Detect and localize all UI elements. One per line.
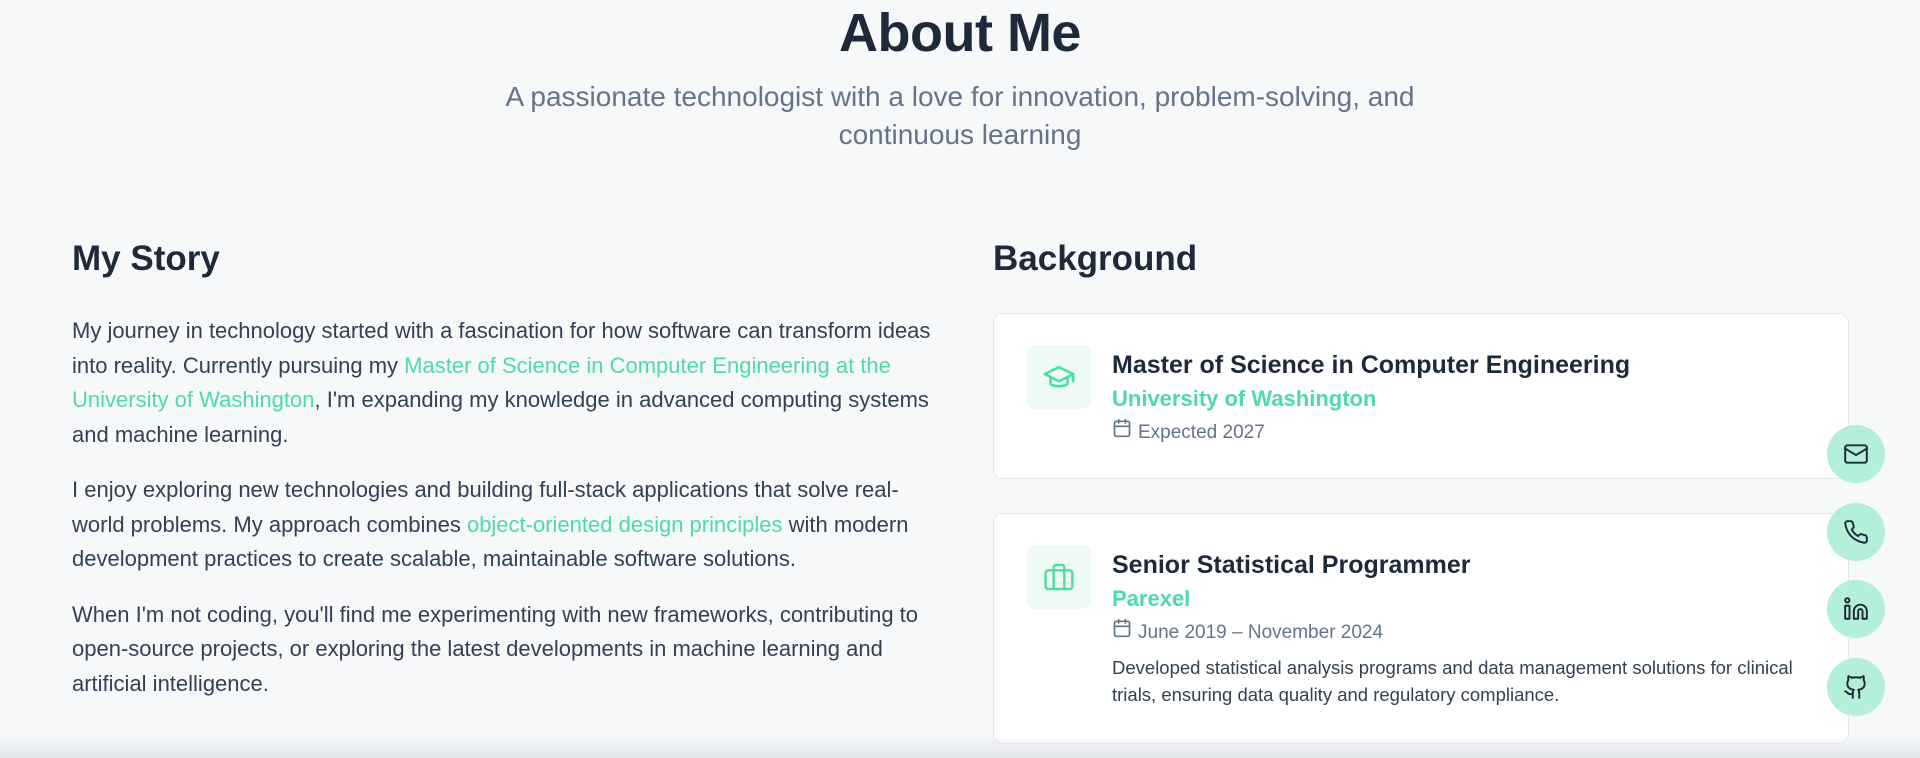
experience-card: Senior Statistical Programmer Parexel Ju… [993,513,1849,744]
bottom-fade [0,734,1920,758]
experience-date: June 2019 – November 2024 [1112,616,1808,650]
linkedin-button[interactable] [1827,580,1885,638]
experience-organization: Parexel [1112,586,1191,611]
page-title: About Me [839,3,1081,63]
email-button[interactable] [1827,425,1885,483]
education-organization: University of Washington [1112,386,1377,411]
phone-icon [1844,519,1868,544]
oop-highlight: object-oriented design principles [466,511,783,537]
experience-date-text: June 2019 – November 2024 [1138,622,1384,643]
about-header: About Me A passionate technologist with … [0,0,1920,154]
background-section: Background Master of Science in Computer… [993,234,1851,744]
education-title: Master of Science in Computer Engineerin… [1112,351,1631,379]
experience-description: Developed statistical analysis programs … [1112,657,1793,705]
calendar-icon [1112,416,1132,450]
education-card: Master of Science in Computer Engineerin… [993,313,1849,479]
experience-card-body: Senior Statistical Programmer Parexel Ju… [1112,548,1808,708]
education-card-body: Master of Science in Computer Engineerin… [1112,348,1808,450]
story-paragraph-3: When I'm not coding, you'll find me expe… [72,601,919,696]
experience-title: Senior Statistical Programmer [1112,551,1471,579]
education-date: Expected 2027 [1112,416,1808,450]
story-paragraph-1: My journey in technology started with a … [72,314,934,452]
story-paragraph-2: I enjoy exploring new technologies and b… [72,473,934,577]
education-date-text: Expected 2027 [1138,422,1265,443]
github-icon [1844,674,1866,699]
contact-floating-buttons [1827,425,1885,735]
calendar-icon [1112,616,1132,650]
my-story-heading: My Story [72,239,220,278]
phone-button[interactable] [1827,502,1885,561]
github-button[interactable] [1827,657,1885,716]
my-story-section: My Story My journey in technology starte… [72,234,934,701]
background-heading: Background [993,239,1198,278]
linkedin-icon [1844,597,1868,620]
page-subtitle: A passionate technologist with a love fo… [505,81,1415,150]
graduation-cap-icon [1027,345,1091,409]
mail-icon [1844,444,1868,464]
briefcase-icon [1027,545,1091,609]
